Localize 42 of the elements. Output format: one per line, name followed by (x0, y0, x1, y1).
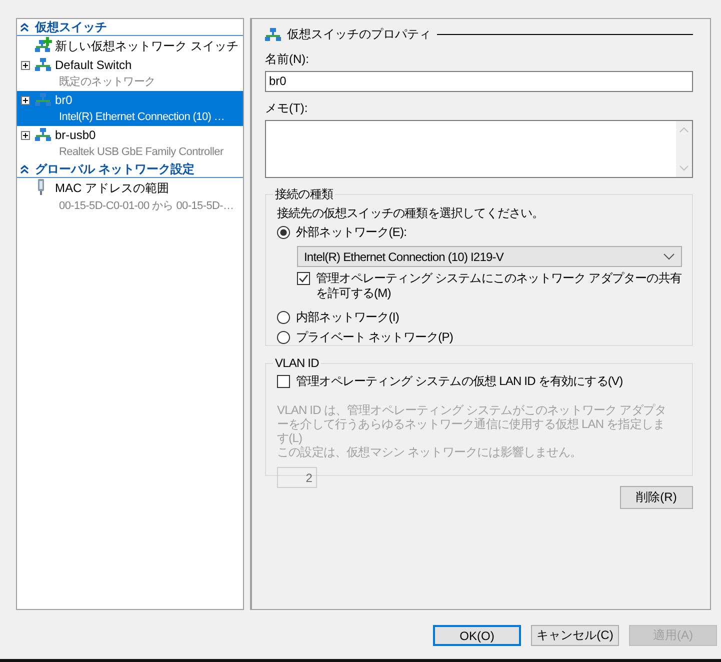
scroll-down-icon (679, 165, 689, 171)
network-switch-icon (35, 57, 51, 71)
group-title: VLAN ID (274, 356, 320, 370)
description-text: VLAN ID は、管理オペレーティング システムがこのネットワーク アダプターを介して行うあらゆるネットワーク通信に使用する仮想 LAN を指定します(L) (277, 403, 668, 445)
option-label: プライベート ネットワーク(P) (296, 328, 453, 346)
checkbox-label: 管理オペレーティング システムにこのネットワーク アダプターの共有を許可する(M) (316, 271, 682, 301)
scroll-up-icon (679, 127, 689, 133)
adapter-dropdown[interactable]: Intel(R) Ethernet Connection (10) I219-V (297, 246, 682, 267)
radio-button[interactable] (277, 330, 290, 344)
dialog-button[interactable]: OK(O) (433, 625, 521, 646)
tree-item[interactable]: MAC アドレスの範囲 00-15-5D-C0-01-00 から 00-15-5D-… (17, 178, 243, 215)
add-switch-icon (35, 37, 52, 52)
tree-item[interactable]: br0 Intel(R) Ethernet Connection (10) … (17, 91, 243, 126)
checkbox-label: 管理オペレーティング システムの仮想 LAN ID を有効にする(V) (296, 374, 623, 389)
section-header[interactable]: グローバル ネットワーク設定 (17, 161, 243, 178)
checkbox[interactable] (297, 272, 310, 285)
expand-node-icon[interactable] (21, 96, 30, 104)
name-field[interactable]: br0 (265, 71, 693, 92)
expand-node-icon[interactable] (21, 60, 30, 70)
field-label: メモ(T): (265, 100, 309, 116)
group-title: 接続の種類 (274, 186, 334, 203)
network-switch-icon (35, 127, 51, 141)
tree-item[interactable]: Default Switch 既定のネットワーク (17, 56, 243, 91)
network-switch-icon (265, 27, 281, 41)
remove-button[interactable]: 削除(R) (620, 486, 693, 509)
tree-item[interactable]: 新しい仮想ネットワーク スイッチ (17, 36, 243, 56)
field-label: 名前(N): (265, 51, 310, 67)
instruction-text: 接続先の仮想スイッチの種類を選択してください。 (277, 205, 545, 222)
section-header[interactable]: 仮想スイッチ (17, 19, 243, 36)
radio-button[interactable] (277, 310, 290, 324)
notes-field[interactable] (265, 120, 693, 178)
dialog-button[interactable]: キャンセル(C) (531, 625, 619, 646)
tree-item[interactable]: br-usb0 Realtek USB GbE Family Controller (17, 126, 243, 161)
adapter-icon (35, 179, 47, 195)
radio-button[interactable] (277, 226, 290, 238)
network-switch-icon (35, 92, 51, 106)
panel-title: 仮想スイッチのプロパティ (287, 26, 431, 42)
option-label: 内部ネットワーク(I) (296, 308, 399, 326)
option-label: 外部ネットワーク(E): (296, 224, 407, 240)
description-text: この設定は、仮想マシン ネットワークには影響しません。 (277, 445, 583, 459)
expand-node-icon[interactable] (21, 130, 30, 140)
chevron-down-icon (663, 253, 675, 260)
